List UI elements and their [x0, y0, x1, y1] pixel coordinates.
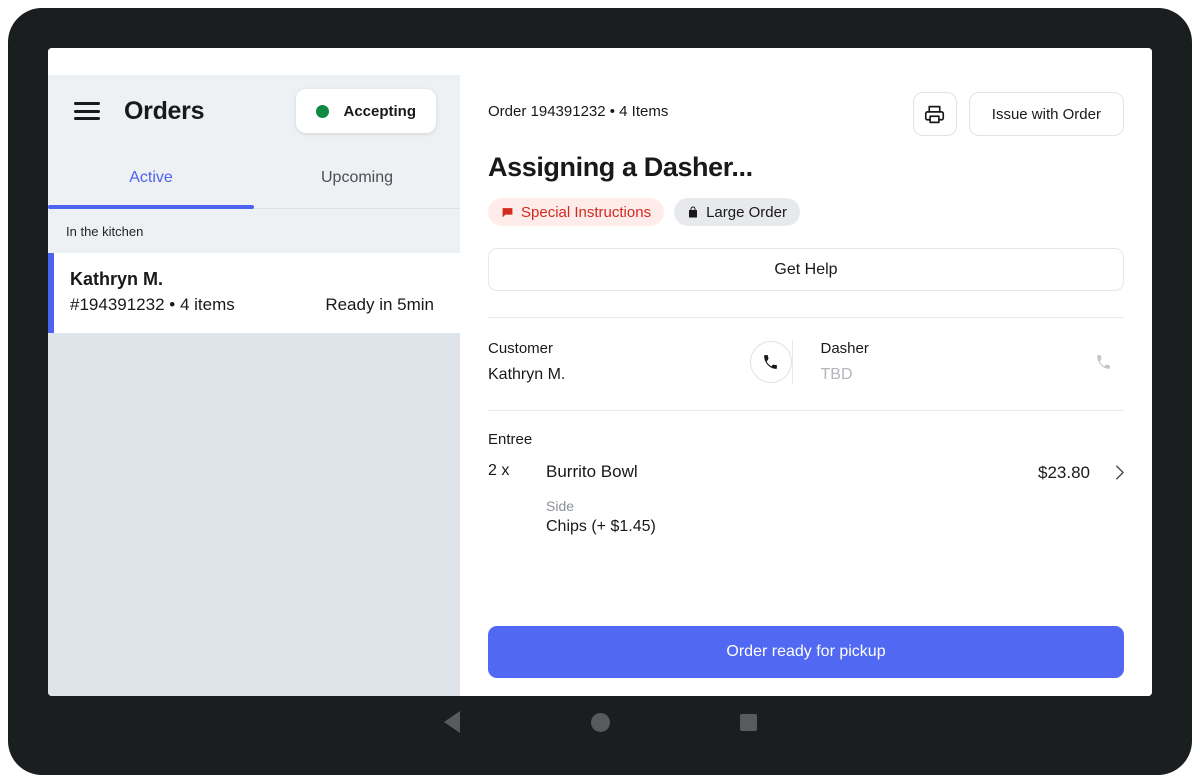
order-meta-text: Order 194391232 • 4 Items: [488, 103, 669, 120]
nav-home-button[interactable]: [526, 712, 674, 732]
sidebar: Orders Accepting Active Upcoming In the …: [48, 75, 460, 696]
tablet-screen: Orders Accepting Active Upcoming In the …: [48, 48, 1152, 696]
item-quantity: 2 x: [488, 462, 510, 479]
dasher-contact: Dasher TBD: [791, 340, 1125, 384]
order-tabs: Active Upcoming: [48, 147, 460, 209]
order-status-title: Assigning a Dasher...: [488, 152, 753, 182]
tablet-frame: Orders Accepting Active Upcoming In the …: [8, 8, 1192, 775]
order-customer-name: Kathryn M.: [70, 269, 164, 289]
status-dot-icon: [316, 104, 330, 118]
android-navigation-bar: [48, 696, 1152, 748]
order-detail-panel: Order 194391232 • 4 Items Issue with Ord…: [460, 75, 1152, 696]
item-option-group: Side: [546, 498, 575, 514]
badge-special-instructions: Special Instructions: [488, 198, 665, 226]
order-ready-for-pickup-button[interactable]: Order ready for pickup: [488, 626, 1124, 678]
dasher-role-label: Dasher: [820, 340, 869, 357]
order-item-row[interactable]: 2 x Burrito Bowl Side Chips (+ $1.45) $2…: [488, 462, 1124, 536]
customer-contact: Customer Kathryn M.: [488, 340, 792, 384]
page-title: Orders: [124, 96, 205, 125]
recents-square-icon: [739, 713, 757, 731]
sidebar-header: Orders Accepting: [48, 75, 460, 147]
order-section-label: In the kitchen: [48, 209, 460, 253]
order-badges: Special Instructions Large Order: [488, 198, 1124, 226]
customer-role-label: Customer: [488, 340, 554, 357]
clipped-footer-text: [488, 562, 1124, 570]
issue-with-order-button[interactable]: Issue with Order: [968, 92, 1124, 136]
bag-icon: [687, 206, 699, 219]
phone-icon: [1096, 354, 1110, 369]
tab-upcoming[interactable]: Upcoming: [254, 147, 460, 208]
item-option-value: Chips (+ $1.45): [546, 518, 656, 535]
order-id-and-items: #194391232 • 4 items: [70, 295, 235, 314]
call-dasher-button-disabled: [1082, 341, 1124, 383]
home-circle-icon: [590, 712, 610, 732]
printer-icon: [925, 105, 945, 123]
call-customer-button[interactable]: [749, 341, 792, 383]
item-details: Burrito Bowl Side Chips (+ $1.45): [546, 462, 1038, 536]
get-help-button[interactable]: Get Help: [488, 248, 1124, 291]
order-header-actions: Issue with Order: [912, 92, 1124, 136]
store-status-toggle[interactable]: Accepting: [296, 89, 436, 133]
hamburger-icon[interactable]: [74, 102, 100, 120]
speech-bubble-icon: [501, 206, 514, 219]
app-body: Orders Accepting Active Upcoming In the …: [48, 75, 1152, 696]
tab-active[interactable]: Active: [48, 147, 254, 209]
order-items-section: Entree 2 x Burrito Bowl Side Chips (+ $1…: [488, 411, 1124, 536]
customer-info: Customer Kathryn M.: [488, 340, 750, 384]
items-category-label: Entree: [488, 431, 533, 448]
phone-icon: [764, 354, 777, 369]
print-button[interactable]: [912, 92, 957, 136]
nav-recents-button[interactable]: [674, 713, 822, 731]
item-price: $23.80: [1038, 463, 1090, 482]
order-detail-scroll: Order 194391232 • 4 Items Issue with Ord…: [460, 75, 1152, 696]
item-expand-chevron[interactable]: [1090, 462, 1124, 480]
nav-back-button[interactable]: [378, 711, 526, 733]
order-list-item[interactable]: Kathryn M. #194391232 • 4 items Ready in…: [48, 253, 460, 333]
back-triangle-icon: [444, 711, 460, 733]
badge-large-order: Large Order: [674, 198, 800, 226]
status-badge: Accepting: [343, 102, 416, 120]
order-eta: Ready in 5min: [325, 295, 434, 314]
badge-large-order-label: Large Order: [706, 203, 787, 221]
sidebar-empty-area: [48, 333, 460, 696]
dasher-info: Dasher TBD: [821, 340, 1083, 384]
order-card-details: #194391232 • 4 items Ready in 5min: [70, 295, 434, 315]
primary-action-container: Order ready for pickup: [460, 626, 1152, 678]
chevron-right-icon: [1116, 465, 1124, 480]
contacts-section: Customer Kathryn M. Dasher TBD: [488, 318, 1124, 384]
dasher-name: TBD: [820, 366, 853, 383]
status-bar: [48, 48, 1152, 75]
badge-special-instructions-label: Special Instructions: [521, 203, 652, 221]
item-name: Burrito Bowl: [546, 462, 638, 481]
order-detail-header: Order 194391232 • 4 Items Issue with Ord…: [488, 75, 1124, 136]
customer-name: Kathryn M.: [488, 366, 566, 383]
